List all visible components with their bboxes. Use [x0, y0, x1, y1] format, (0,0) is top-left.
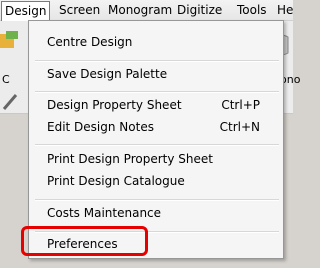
design-dropdown-menu: Centre Design Save Design Palette Design…: [28, 20, 284, 259]
menu-separator: [35, 91, 279, 93]
menu-digitize[interactable]: Digitize: [174, 2, 225, 18]
menu-item-costs-maintenance[interactable]: Costs Maintenance: [47, 204, 161, 222]
preferences-highlight-annotation: [21, 226, 148, 256]
menu-help[interactable]: He: [274, 2, 296, 18]
menu-separator: [35, 60, 279, 62]
menu-item-print-design-catalogue[interactable]: Print Design Catalogue: [47, 172, 185, 190]
menu-gutter: [29, 21, 33, 258]
menu-tools[interactable]: Tools: [234, 2, 270, 18]
menu-item-edit-design-notes[interactable]: Edit Design Notes: [47, 118, 154, 136]
shortcut-ctrl-n: Ctrl+N: [219, 120, 260, 134]
menu-monogram[interactable]: Monogram: [105, 2, 175, 18]
menu-separator: [35, 144, 279, 146]
toolbar-label-left: C: [2, 73, 10, 86]
menu-design[interactable]: Design: [1, 1, 51, 21]
menu-bar: Design Screen Monogram Digitize Tools He: [0, 0, 293, 21]
needle-icon[interactable]: [2, 91, 26, 111]
menu-item-centre-design[interactable]: Centre Design: [47, 33, 132, 51]
menu-item-design-property-sheet[interactable]: Design Property Sheet: [47, 96, 182, 114]
shortcut-ctrl-p: Ctrl+P: [221, 98, 260, 112]
menu-separator: [35, 199, 279, 201]
menu-screen[interactable]: Screen: [56, 2, 103, 18]
menu-item-print-design-property-sheet[interactable]: Print Design Property Sheet: [47, 150, 213, 168]
design-tool-icon[interactable]: [0, 31, 26, 53]
menu-item-save-design-palette[interactable]: Save Design Palette: [47, 65, 167, 83]
